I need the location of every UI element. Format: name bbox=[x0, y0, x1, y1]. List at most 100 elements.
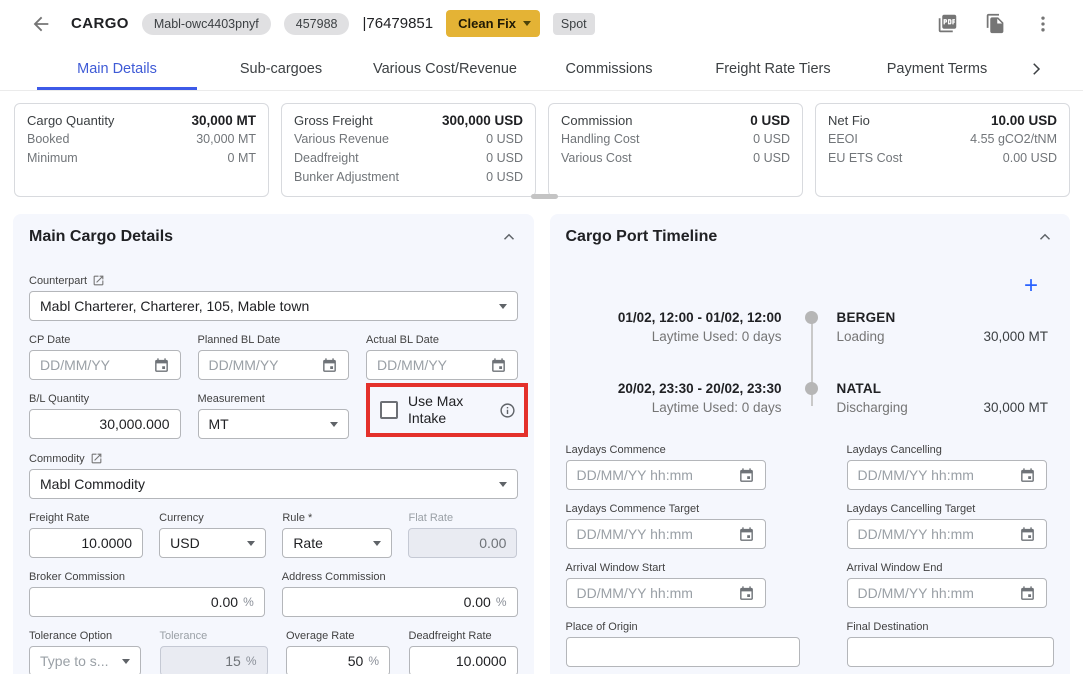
placeholder: DD/MM/YY hh:mm bbox=[858, 585, 974, 601]
freight-rate-input[interactable]: 10.0000 bbox=[29, 528, 143, 558]
deadfreight-rate-input[interactable]: 10.0000 bbox=[409, 646, 518, 674]
arrival-window-end-input[interactable]: DD/MM/YY hh:mm bbox=[847, 578, 1047, 608]
card-cargo-quantity: Cargo Quantity30,000 MT Booked30,000 MT … bbox=[14, 103, 269, 197]
overage-rate-value: 50 bbox=[348, 653, 364, 669]
add-port-button[interactable]: + bbox=[1024, 276, 1038, 296]
use-max-intake-checkbox[interactable] bbox=[380, 401, 398, 419]
panel-title: Main Cargo Details bbox=[29, 228, 173, 246]
card-gross-freight: Gross Freight300,000 USD Various Revenue… bbox=[281, 103, 536, 197]
cp-date-input[interactable]: DD/MM/YY bbox=[29, 350, 181, 380]
commodity-select[interactable]: Mabl Commodity bbox=[29, 469, 518, 499]
calendar-icon[interactable] bbox=[738, 526, 755, 543]
planned-bl-date-label: Planned BL Date bbox=[198, 334, 281, 346]
percent-suffix: % bbox=[243, 595, 254, 609]
card-value: 10.00 USD bbox=[991, 111, 1057, 130]
cargo-code-badge: Mabl-owc4403pnyf bbox=[142, 13, 271, 35]
card-value: 0 USD bbox=[486, 168, 523, 187]
card-value: 0 MT bbox=[228, 149, 256, 168]
counterpart-select[interactable]: Mabl Charterer, Charterer, 105, Mable to… bbox=[29, 291, 518, 321]
cargo-reference: |76479851 bbox=[362, 15, 433, 32]
place-of-origin-input[interactable] bbox=[566, 637, 800, 667]
laydays-cancelling-target-input[interactable]: DD/MM/YY hh:mm bbox=[847, 519, 1047, 549]
laytime-used: Laytime Used: 0 days bbox=[566, 329, 782, 344]
port-dates: 20/02, 23:30 - 20/02, 23:30 bbox=[566, 381, 782, 396]
laydays-cancelling-input[interactable]: DD/MM/YY hh:mm bbox=[847, 460, 1047, 490]
currency-select[interactable]: USD bbox=[159, 528, 266, 558]
collapse-chevron-icon[interactable] bbox=[1036, 228, 1054, 246]
card-label: Bunker Adjustment bbox=[294, 168, 399, 187]
card-label: Booked bbox=[27, 130, 69, 149]
laydays-commence-target-input[interactable]: DD/MM/YY hh:mm bbox=[566, 519, 766, 549]
currency-value: USD bbox=[170, 535, 200, 551]
back-arrow-icon[interactable] bbox=[30, 13, 52, 35]
card-value: 30,000 MT bbox=[191, 111, 256, 130]
placeholder: DD/MM/YY hh:mm bbox=[858, 467, 974, 483]
placeholder: DD/MM/YY hh:mm bbox=[858, 526, 974, 542]
timeline-entry-discharging[interactable]: 20/02, 23:30 - 20/02, 23:30 Laytime Used… bbox=[566, 381, 1055, 415]
bl-quantity-label: B/L Quantity bbox=[29, 393, 89, 405]
chevron-right-icon[interactable] bbox=[1019, 47, 1053, 90]
tab-freight-rate-tiers[interactable]: Freight Rate Tiers bbox=[691, 47, 855, 90]
tolerance-input: 15 % bbox=[160, 646, 268, 674]
calendar-icon[interactable] bbox=[738, 585, 755, 602]
copy-icon[interactable] bbox=[985, 13, 1006, 34]
actual-bl-date-input[interactable]: DD/MM/YY bbox=[366, 350, 518, 380]
calendar-icon[interactable] bbox=[153, 357, 170, 374]
kebab-menu-icon[interactable] bbox=[1033, 14, 1053, 34]
laydays-commence-input[interactable]: DD/MM/YY hh:mm bbox=[566, 460, 766, 490]
placeholder: DD/MM/YY hh:mm bbox=[577, 526, 693, 542]
status-dropdown-button[interactable]: Clean Fix bbox=[446, 10, 540, 37]
card-label: Various Revenue bbox=[294, 130, 389, 149]
cargo-port-timeline-panel: Cargo Port Timeline + 01/02, 12:00 - 01/… bbox=[550, 214, 1071, 674]
arrival-window-end-label: Arrival Window End bbox=[847, 562, 943, 574]
calendar-icon[interactable] bbox=[738, 467, 755, 484]
external-link-icon[interactable] bbox=[90, 452, 103, 465]
bl-quantity-value: 30,000.000 bbox=[99, 416, 169, 432]
info-icon[interactable] bbox=[499, 402, 516, 419]
port-dates: 01/02, 12:00 - 01/02, 12:00 bbox=[566, 310, 782, 325]
planned-bl-date-input[interactable]: DD/MM/YY bbox=[198, 350, 350, 380]
address-commission-value: 0.00 bbox=[464, 594, 491, 610]
laydays-cancelling-target-label: Laydays Cancelling Target bbox=[847, 503, 976, 515]
address-commission-label: Address Commission bbox=[282, 571, 386, 583]
freight-rate-value: 10.0000 bbox=[81, 535, 132, 551]
calendar-icon[interactable] bbox=[1019, 467, 1036, 484]
bl-quantity-input[interactable]: 30,000.000 bbox=[29, 409, 181, 439]
calendar-icon[interactable] bbox=[1019, 526, 1036, 543]
tab-payment-terms[interactable]: Payment Terms bbox=[855, 47, 1019, 90]
placeholder: DD/MM/YY bbox=[40, 357, 110, 373]
pdf-export-icon[interactable] bbox=[937, 13, 958, 34]
broker-commission-input[interactable]: 0.00 % bbox=[29, 587, 265, 617]
measurement-select[interactable]: MT bbox=[198, 409, 350, 439]
address-commission-input[interactable]: 0.00 % bbox=[282, 587, 518, 617]
chevron-down-icon bbox=[523, 21, 531, 26]
tab-main-details[interactable]: Main Details bbox=[35, 47, 199, 90]
arrival-window-start-input[interactable]: DD/MM/YY hh:mm bbox=[566, 578, 766, 608]
final-destination-input[interactable] bbox=[847, 637, 1055, 667]
tab-sub-cargoes[interactable]: Sub-cargoes bbox=[199, 47, 363, 90]
scrollbar-thumb[interactable] bbox=[531, 194, 558, 199]
timeline-entry-loading[interactable]: 01/02, 12:00 - 01/02, 12:00 Laytime Used… bbox=[566, 310, 1055, 344]
rule-select[interactable]: Rate bbox=[282, 528, 392, 558]
collapse-chevron-icon[interactable] bbox=[500, 228, 518, 246]
card-label: Handling Cost bbox=[561, 130, 640, 149]
place-of-origin-label: Place of Origin bbox=[566, 621, 638, 633]
external-link-icon[interactable] bbox=[92, 274, 105, 287]
tab-various-cost-revenue[interactable]: Various Cost/Revenue bbox=[363, 47, 527, 90]
card-label: Gross Freight bbox=[294, 111, 373, 130]
summary-cards-row: Cargo Quantity30,000 MT Booked30,000 MT … bbox=[0, 91, 1083, 197]
calendar-icon[interactable] bbox=[490, 357, 507, 374]
tolerance-option-select[interactable]: Type to s... bbox=[29, 646, 141, 674]
percent-suffix: % bbox=[496, 595, 507, 609]
calendar-icon[interactable] bbox=[1019, 585, 1036, 602]
card-value: 0 USD bbox=[486, 130, 523, 149]
calendar-icon[interactable] bbox=[321, 357, 338, 374]
card-value: 0.00 USD bbox=[1003, 149, 1057, 168]
overage-rate-input[interactable]: 50 % bbox=[286, 646, 390, 674]
chevron-down-icon bbox=[499, 304, 507, 309]
tab-commissions[interactable]: Commissions bbox=[527, 47, 691, 90]
chevron-down-icon bbox=[373, 541, 381, 546]
card-label: Deadfreight bbox=[294, 149, 359, 168]
card-label: EU ETS Cost bbox=[828, 149, 902, 168]
use-max-intake-highlight: Use Max Intake bbox=[366, 383, 528, 437]
